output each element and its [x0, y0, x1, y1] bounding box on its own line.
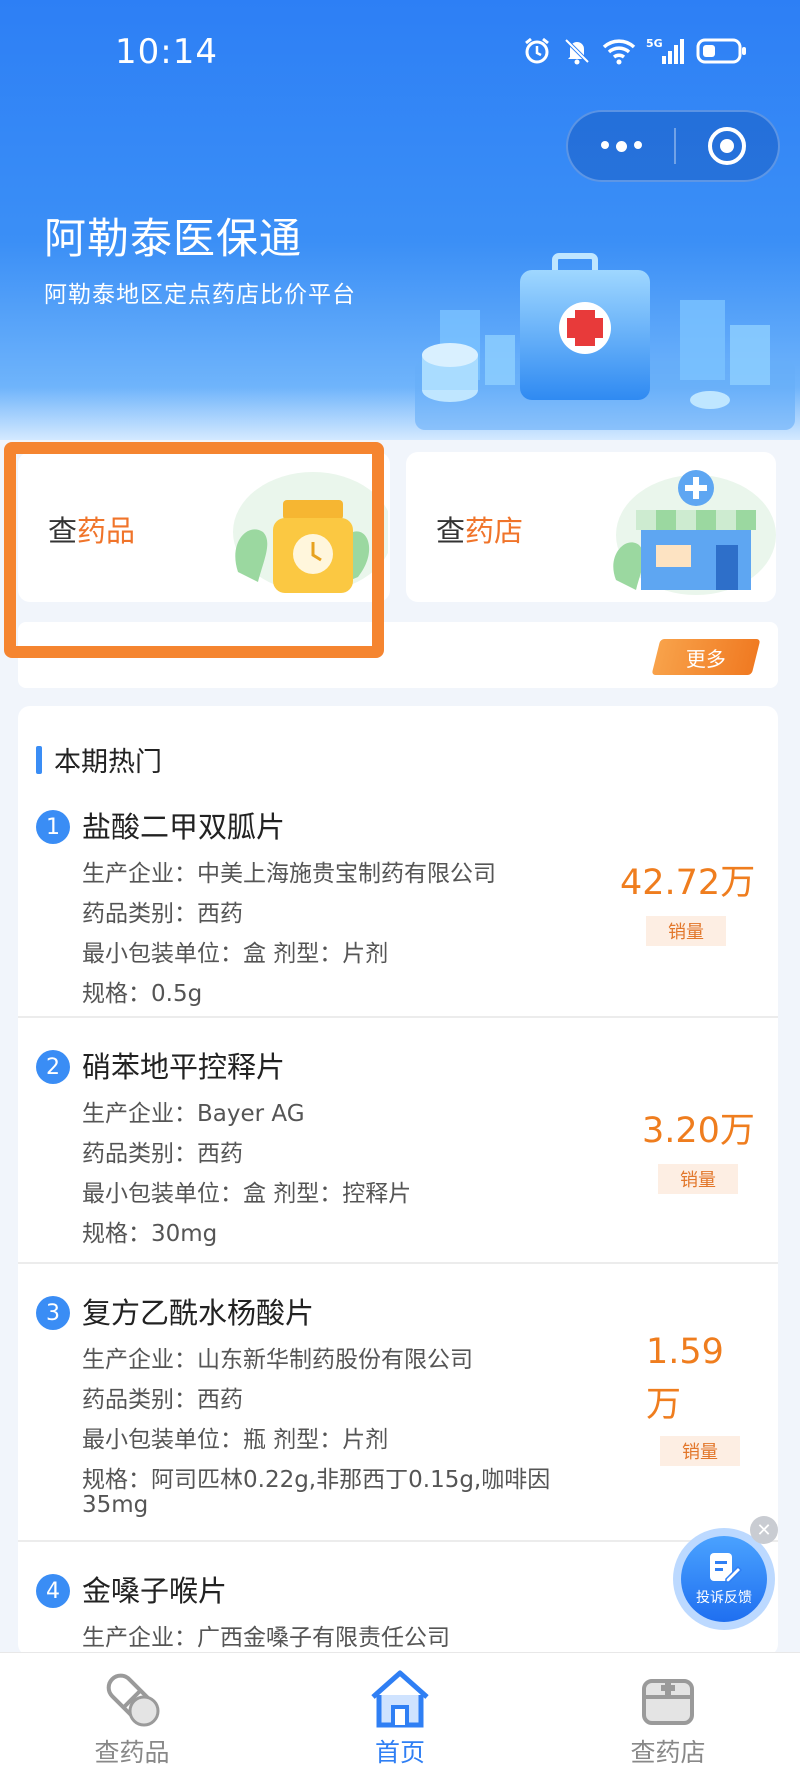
- drug-spec: 规格：0.5g: [82, 981, 203, 1007]
- drug-manufacturer: 生产企业：广西金嗓子有限责任公司: [82, 1625, 450, 1651]
- drug-package: 最小包装单位：盒 剂型：片剂: [82, 941, 389, 967]
- feedback-close-button[interactable]: ✕: [750, 1516, 778, 1544]
- hot-drug-item[interactable]: 1 盐酸二甲双胍片 生产企业：中美上海施贵宝制药有限公司 药品类别：西药 最小包…: [18, 792, 778, 1018]
- bottom-tab-bar: 查药品 首页 查药店: [0, 1652, 800, 1778]
- drug-spec: 规格：30mg: [82, 1221, 218, 1247]
- drug-name: 金嗓子喉片: [82, 1574, 228, 1608]
- battery-icon: [696, 37, 748, 65]
- tab-home[interactable]: 首页: [320, 1653, 480, 1778]
- more-dots-icon: [600, 140, 642, 152]
- tab-label: 查药店: [630, 1738, 706, 1767]
- drug-name: 复方乙酰水杨酸片: [82, 1296, 315, 1330]
- sales-value: 1.59: [646, 1332, 724, 1372]
- highlight-annotation-box: [4, 442, 384, 658]
- feedback-label: 投诉反馈: [696, 1590, 752, 1606]
- medical-box-icon: [642, 1679, 694, 1725]
- drug-package: 最小包装单位：瓶 剂型：片剂: [82, 1427, 389, 1453]
- app-subtitle: 阿勒泰地区定点药店比价平台: [44, 282, 356, 308]
- drug-category: 药品类别：西药: [82, 1141, 243, 1167]
- alarm-icon: [522, 36, 552, 66]
- sales-badge: 销量: [646, 916, 726, 946]
- news-more-button[interactable]: 更多: [651, 639, 761, 675]
- section-accent-bar: [36, 746, 42, 774]
- header-banner: 10:14 5G 阿勒泰医保通 阿勒泰地区定点药店比价平台: [0, 0, 800, 440]
- target-icon: [708, 127, 746, 165]
- home-icon: [371, 1670, 429, 1728]
- sales-value: 3.20万: [642, 1111, 755, 1151]
- tab-search-pharmacy[interactable]: 查药店: [588, 1653, 748, 1778]
- edit-document-icon: [710, 1553, 742, 1583]
- hot-drug-item[interactable]: 3 复方乙酰水杨酸片 生产企业：山东新华制药股份有限公司 药品类别：西药 最小包…: [18, 1264, 778, 1542]
- wifi-icon: [602, 37, 636, 65]
- drug-manufacturer: 生产企业：中美上海施贵宝制药有限公司: [82, 861, 496, 887]
- sales-value: 42.72万: [620, 863, 756, 903]
- svg-text:5G: 5G: [646, 37, 663, 50]
- rank-badge: 1: [36, 810, 70, 844]
- more-options-button[interactable]: [568, 112, 674, 180]
- rank-badge: 3: [36, 1296, 70, 1330]
- status-time: 10:14: [115, 32, 218, 72]
- drug-category: 药品类别：西药: [82, 901, 243, 927]
- drug-package: 最小包装单位：盒 剂型：控释片: [82, 1181, 412, 1207]
- status-icons: 5G: [522, 36, 748, 66]
- search-pharmacy-card[interactable]: 查药店: [406, 452, 776, 602]
- mute-bell-icon: [562, 36, 592, 66]
- tab-search-drug[interactable]: 查药品: [52, 1653, 212, 1778]
- drug-spec: 规格：阿司匹林0.22g,非那西丁0.15g,咖啡因: [82, 1467, 551, 1493]
- search-pharmacy-label: 查药店: [436, 514, 524, 548]
- drug-name: 硝苯地平控释片: [82, 1050, 286, 1084]
- drug-spec-continued: 35mg: [82, 1492, 149, 1518]
- hot-drug-item[interactable]: 2 硝苯地平控释片 生产企业：Bayer AG 药品类别：西药 最小包装单位：盒…: [18, 1018, 778, 1264]
- rank-badge: 2: [36, 1050, 70, 1084]
- hot-drugs-panel: 本期热门 1 盐酸二甲双胍片 生产企业：中美上海施贵宝制药有限公司 药品类别：西…: [18, 706, 778, 1656]
- sales-badge: 销量: [658, 1164, 738, 1194]
- close-miniprogram-button[interactable]: [676, 112, 778, 180]
- pharmacy-store-icon: [613, 470, 776, 595]
- pill-icon: [106, 1673, 160, 1727]
- medical-kit-illustration: [410, 240, 800, 440]
- tab-label: 查药品: [94, 1738, 170, 1767]
- app-title: 阿勒泰医保通: [44, 214, 303, 263]
- sales-badge: 销量: [660, 1436, 740, 1466]
- miniprogram-capsule: [566, 110, 780, 182]
- tab-label: 首页: [374, 1738, 425, 1767]
- drug-name: 盐酸二甲双胍片: [82, 810, 286, 844]
- drug-manufacturer: 生产企业：山东新华制药股份有限公司: [82, 1347, 473, 1373]
- sales-value-unit: 万: [646, 1385, 682, 1425]
- drug-category: 药品类别：西药: [82, 1387, 243, 1413]
- drug-manufacturer: 生产企业：Bayer AG: [82, 1101, 305, 1127]
- rank-badge: 4: [36, 1574, 70, 1608]
- hot-drug-item[interactable]: 4 金嗓子喉片 生产企业：广西金嗓子有限责任公司 1.08万: [18, 1542, 778, 1656]
- signal-5g-icon: 5G: [646, 36, 686, 66]
- section-title: 本期热门: [54, 747, 162, 778]
- feedback-button-inner: 投诉反馈: [681, 1536, 767, 1622]
- status-bar: 10:14 5G: [0, 0, 800, 110]
